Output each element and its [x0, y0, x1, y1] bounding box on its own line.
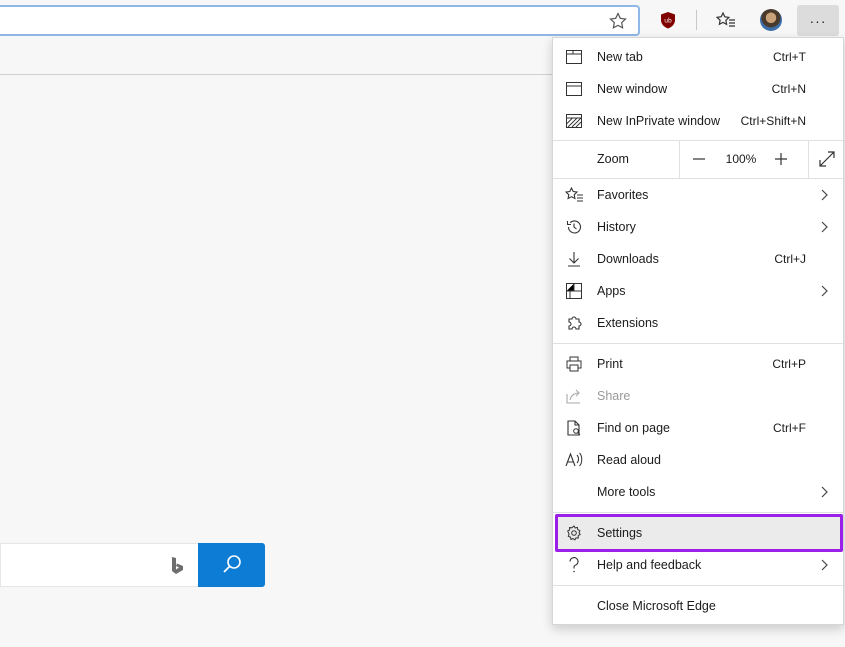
menu-item-share: Share [553, 380, 843, 412]
toolbar-separator [696, 10, 697, 30]
history-icon [565, 218, 583, 236]
chevron-right-icon [817, 558, 831, 572]
more-button[interactable]: ··· [797, 5, 839, 36]
read-aloud-icon [565, 451, 583, 469]
question-icon [565, 556, 583, 574]
inprivate-icon [565, 112, 583, 130]
menu-item-apps[interactable]: Apps [553, 275, 843, 307]
zoom-level: 100% [725, 152, 757, 166]
search-button[interactable] [198, 543, 265, 587]
more-icon: ··· [809, 12, 827, 29]
search-box [0, 543, 265, 587]
favorites-icon [565, 186, 583, 204]
zoom-controls: 100% [679, 140, 843, 178]
menu-label: History [597, 220, 636, 234]
menu-item-favorites[interactable]: Favorites [553, 179, 843, 211]
zoom-row: Zoom 100% [553, 140, 843, 178]
settings-and-more-menu: New tab Ctrl+T New window Ctrl+N New InP… [552, 37, 844, 625]
header-divider [0, 74, 552, 75]
new-window-icon [565, 80, 583, 98]
menu-item-new-inprivate-window[interactable]: New InPrivate window Ctrl+Shift+N [553, 105, 843, 137]
menu-item-extensions[interactable]: Extensions [553, 307, 843, 339]
menu-label: Find on page [597, 421, 670, 435]
menu-item-find-on-page[interactable]: Find on page Ctrl+F [553, 412, 843, 444]
ublock-icon[interactable]: ub [653, 6, 683, 34]
search-icon [221, 553, 243, 578]
avatar [760, 9, 782, 31]
menu-label: Read aloud [597, 453, 661, 467]
svg-text:ub: ub [664, 18, 672, 25]
browser-toolbar: ub ··· [0, 0, 845, 40]
menu-label: Settings [597, 526, 643, 540]
zoom-label: Zoom [597, 152, 629, 166]
menu-label: New InPrivate window [597, 114, 720, 128]
menu-label: Print [597, 357, 623, 371]
menu-label: Close Microsoft Edge [597, 599, 716, 613]
menu-separator [553, 585, 843, 586]
zoom-in-button[interactable] [766, 148, 796, 170]
menu-label: New tab [597, 50, 643, 64]
menu-item-close-edge[interactable]: Close Microsoft Edge [553, 590, 843, 622]
gear-icon [565, 524, 583, 542]
page-header-area [0, 40, 552, 74]
menu-item-help-and-feedback[interactable]: Help and feedback [553, 549, 843, 581]
menu-label: Downloads [597, 252, 659, 266]
menu-label: Apps [597, 284, 626, 298]
menu-shortcut: Ctrl+P [772, 357, 806, 371]
menu-item-read-aloud[interactable]: Read aloud [553, 444, 843, 476]
menu-item-downloads[interactable]: Downloads Ctrl+J [553, 243, 843, 275]
menu-shortcut: Ctrl+Shift+N [740, 114, 806, 128]
menu-item-more-tools[interactable]: More tools [553, 476, 843, 508]
find-icon [565, 419, 583, 437]
menu-separator [553, 512, 843, 513]
chevron-right-icon [817, 188, 831, 202]
search-input[interactable] [0, 543, 198, 587]
bing-logo [170, 556, 184, 576]
menu-shortcut: Ctrl+F [773, 421, 806, 435]
zoom-out-button[interactable] [684, 148, 714, 170]
menu-shortcut: Ctrl+T [773, 50, 806, 64]
profile-button[interactable] [756, 6, 786, 34]
menu-label: Favorites [597, 188, 649, 202]
star-icon[interactable] [608, 11, 628, 31]
menu-item-history[interactable]: History [553, 211, 843, 243]
menu-item-settings[interactable]: Settings [553, 517, 843, 549]
download-icon [565, 250, 583, 268]
menu-label: More tools [597, 485, 656, 499]
menu-label: Extensions [597, 316, 659, 330]
menu-item-new-tab[interactable]: New tab Ctrl+T [553, 41, 843, 73]
share-icon [565, 387, 583, 405]
printer-icon [565, 355, 583, 373]
menu-label: Share [597, 389, 631, 403]
menu-label: New window [597, 82, 668, 96]
favorites-bar-icon[interactable] [711, 6, 741, 34]
apps-icon [565, 282, 583, 300]
menu-label: Help and feedback [597, 558, 702, 572]
menu-separator [553, 343, 843, 344]
puzzle-icon [565, 314, 583, 332]
chevron-right-icon [817, 284, 831, 298]
new-tab-icon [565, 48, 583, 66]
fullscreen-icon[interactable] [808, 140, 844, 178]
chevron-right-icon [817, 485, 831, 499]
menu-item-print[interactable]: Print Ctrl+P [553, 348, 843, 380]
menu-shortcut: Ctrl+N [771, 82, 806, 96]
menu-item-new-window[interactable]: New window Ctrl+N [553, 73, 843, 105]
menu-shortcut: Ctrl+J [774, 252, 806, 266]
address-bar[interactable] [0, 5, 640, 36]
chevron-right-icon [817, 220, 831, 234]
